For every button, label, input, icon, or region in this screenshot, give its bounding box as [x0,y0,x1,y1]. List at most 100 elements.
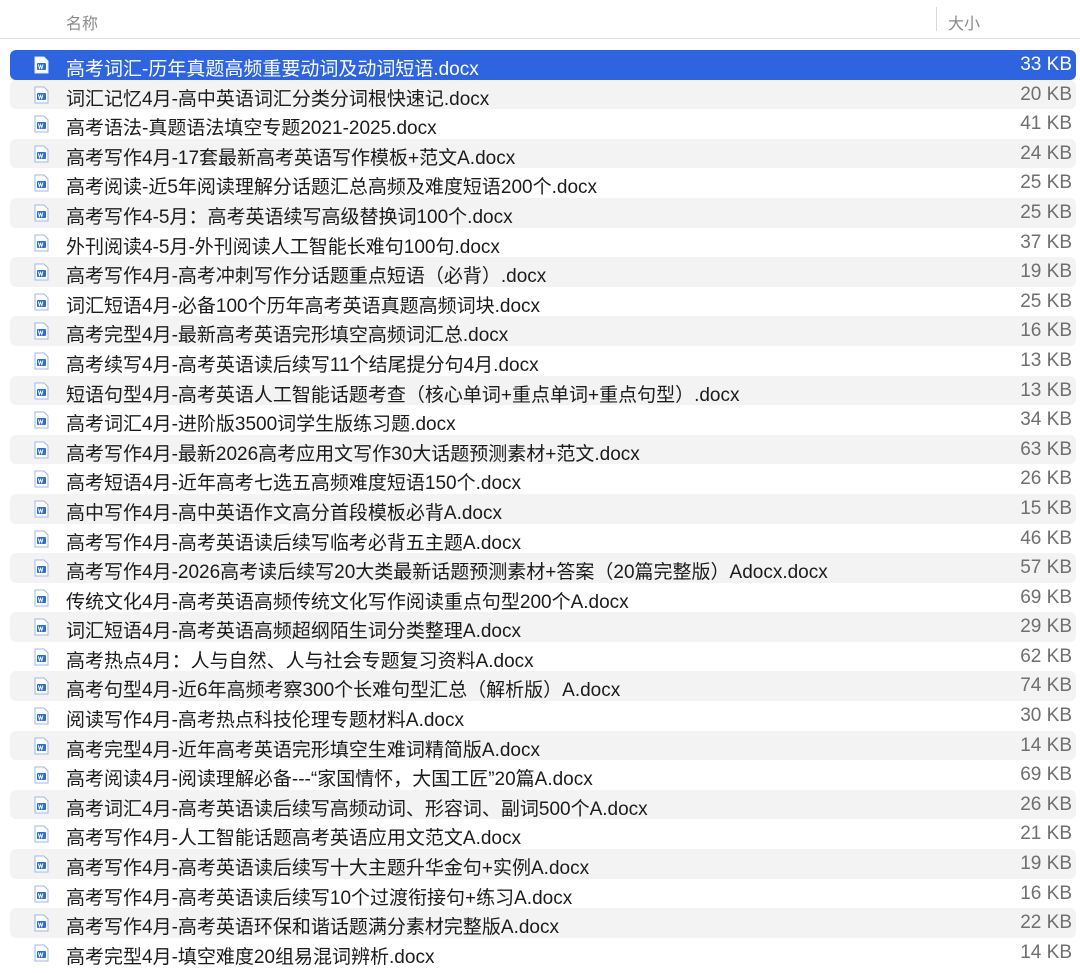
column-header: 名称 大小 [0,0,1080,39]
file-row[interactable]: 高考词汇4月-高考英语读后续写高频动词、形容词、副词500个A.docx 26 K… [10,789,1076,820]
file-size: 30 KB [1020,705,1072,727]
file-list: 高考词汇-历年真题高频重要动词及动词短语.docx 33 KB 词汇记忆4月-高中… [10,50,1076,968]
file-row[interactable]: 高考完型4月-近年高考英语完形填空生难词精简版A.docx 14 KB [10,730,1076,761]
file-row[interactable]: 外刊阅读4-5月-外刊阅读人工智能长难句100句.docx 37 KB [10,227,1076,258]
word-doc-icon [34,352,49,370]
file-size: 24 KB [1020,142,1072,164]
file-size: 63 KB [1020,438,1072,460]
file-row[interactable]: 高考写作4月-高考英语读后续写十大主题升华金句+实例A.docx 19 KB [10,849,1076,879]
file-row[interactable]: 高考句型4月-近6年高频考察300个长难句型汇总（解析版）A.docx 74 KB [10,671,1076,701]
word-doc-icon [34,677,49,695]
word-doc-icon [34,855,49,873]
file-name: 高考句型4月-近6年高频考察300个长难句型汇总（解析版）A.docx [66,680,621,702]
file-row[interactable]: 高考写作4月-高考英语读后续写临考必背五主题A.docx 46 KB [10,523,1076,554]
file-name: 高中写作4月-高中英语作文高分首段模板必背A.docx [66,502,502,524]
file-row[interactable]: 高考续写4月-高考英语读后续写11个结尾提分句4月.docx 13 KB [10,345,1076,376]
word-doc-icon [34,293,49,311]
file-row[interactable]: 高考完型4月-最新高考英语完形填空高频词汇总.docx 16 KB [10,316,1076,346]
file-row[interactable]: 高考写作4月-2026高考读后续写20大类最新话题预测素材+答案（20篇完整版）… [10,553,1076,583]
file-name: 高考语法-真题语法填空专题2021-2025.docx [66,118,437,140]
file-size: 13 KB [1020,349,1072,371]
word-doc-icon [34,411,49,429]
word-doc-icon [34,737,49,755]
word-doc-icon [34,470,49,488]
word-doc-icon [34,589,49,607]
file-size: 15 KB [1020,497,1072,519]
file-row[interactable]: 高考阅读-近5年阅读理解分话题汇总高频及难度短语200个.docx 25 KB [10,168,1076,198]
file-name: 高考完型4月-最新高考英语完形填空高频词汇总.docx [66,325,509,347]
word-doc-icon [34,766,49,784]
file-name: 高考阅读-近5年阅读理解分话题汇总高频及难度短语200个.docx [66,177,598,199]
word-doc-icon [34,914,49,932]
word-doc-icon [34,944,49,962]
file-row[interactable]: 高中写作4月-高中英语作文高分首段模板必背A.docx 15 KB [10,493,1076,524]
file-name: 高考完型4月-近年高考英语完形填空生难词精简版A.docx [66,739,540,761]
word-doc-icon [34,86,49,104]
file-row[interactable]: 高考语法-真题语法填空专题2021-2025.docx 41 KB [10,109,1076,139]
file-name: 高考词汇4月-高考英语读后续写高频动词、形容词、副词500个A.docx [66,798,648,820]
file-name: 高考写作4月-高考英语环保和谐话题满分素材完整版A.docx [66,917,559,939]
word-doc-icon [34,204,49,222]
file-name: 高考完型4月-填空难度20组易混词辨析.docx [66,946,435,968]
file-name: 高考热点4月：人与自然、人与社会专题复习资料A.docx [66,650,534,672]
column-header-size[interactable]: 大小 [948,10,980,34]
file-size: 29 KB [1020,616,1072,638]
file-row[interactable]: 高考完型4月-填空难度20组易混词辨析.docx 14 KB [10,937,1076,968]
file-row[interactable]: 高考写作4月-高考英语环保和谐话题满分素材完整版A.docx 22 KB [10,908,1076,938]
file-size: 16 KB [1020,320,1072,342]
file-row[interactable]: 高考写作4月-高考英语读后续写10个过渡衔接句+练习A.docx 16 KB [10,878,1076,909]
word-doc-icon [34,115,49,133]
file-size: 14 KB [1020,734,1072,756]
word-doc-icon [34,648,49,666]
column-header-name[interactable]: 名称 [66,10,98,34]
file-row[interactable]: 高考写作4月-17套最新高考英语写作模板+范文A.docx 24 KB [10,138,1076,169]
word-doc-icon [34,559,49,577]
file-row[interactable]: 高考词汇4月-进阶版3500词学生版练习题.docx 34 KB [10,405,1076,435]
file-name: 词汇记忆4月-高中英语词汇分类分词根快速记.docx [66,88,490,110]
file-size: 41 KB [1020,113,1072,135]
file-row[interactable]: 传统文化4月-高考英语高频传统文化写作阅读重点句型200个A.docx 69 KB [10,582,1076,613]
word-doc-icon [34,530,49,548]
file-name: 高考写作4月-2026高考读后续写20大类最新话题预测素材+答案（20篇完整版）… [66,562,828,584]
file-row[interactable]: 高考写作4-5月：高考英语续写高级替换词100个.docx 25 KB [10,197,1076,228]
word-doc-icon [34,707,49,725]
file-name: 短语句型4月-高考英语人工智能话题考查（核心单词+重点单词+重点句型）.docx [66,384,740,406]
file-name: 高考写作4月-人工智能话题高考英语应用文范文A.docx [66,828,521,850]
word-doc-icon [34,441,49,459]
file-row[interactable]: 高考阅读4月-阅读理解必备---“家国情怀，大国工匠”20篇A.docx 69 K… [10,760,1076,790]
file-size: 26 KB [1020,468,1072,490]
file-row[interactable]: 高考写作4月-人工智能话题高考英语应用文范文A.docx 21 KB [10,819,1076,849]
file-size: 16 KB [1020,882,1072,904]
file-name: 高考短语4月-近年高考七选五高频难度短语150个.docx [66,473,522,495]
file-name: 高考写作4月-17套最新高考英语写作模板+范文A.docx [66,147,516,169]
file-name: 传统文化4月-高考英语高频传统文化写作阅读重点句型200个A.docx [66,591,629,613]
file-row[interactable]: 阅读写作4月-高考热点科技伦理专题材料A.docx 30 KB [10,701,1076,731]
file-size: 25 KB [1020,290,1072,312]
file-row[interactable]: 高考词汇-历年真题高频重要动词及动词短语.docx 33 KB [10,50,1076,80]
file-row[interactable]: 高考热点4月：人与自然、人与社会专题复习资料A.docx 62 KB [10,641,1076,672]
file-size: 74 KB [1020,675,1072,697]
file-name: 高考写作4月-高考英语读后续写临考必背五主题A.docx [66,532,521,554]
column-divider[interactable] [936,7,937,31]
file-size: 69 KB [1020,764,1072,786]
file-name: 高考写作4月-高考冲刺写作分话题重点短语（必背）.docx [66,266,547,288]
word-doc-icon [34,145,49,163]
file-row[interactable]: 词汇记忆4月-高中英语词汇分类分词根快速记.docx 20 KB [10,79,1076,110]
word-doc-icon [34,382,49,400]
file-row[interactable]: 词汇短语4月-必备100个历年高考英语真题高频词块.docx 25 KB [10,286,1076,317]
word-doc-icon [34,825,49,843]
file-name: 词汇短语4月-必备100个历年高考英语真题高频词块.docx [66,295,541,317]
file-row[interactable]: 高考写作4月-高考冲刺写作分话题重点短语（必背）.docx 19 KB [10,257,1076,287]
word-doc-icon [34,796,49,814]
file-row[interactable]: 短语句型4月-高考英语人工智能话题考查（核心单词+重点单词+重点句型）.docx… [10,375,1076,406]
word-doc-icon [34,885,49,903]
file-size: 46 KB [1020,527,1072,549]
file-size: 25 KB [1020,201,1072,223]
file-row[interactable]: 高考短语4月-近年高考七选五高频难度短语150个.docx 26 KB [10,464,1076,494]
file-name: 高考词汇4月-进阶版3500词学生版练习题.docx [66,414,456,436]
file-size: 20 KB [1020,83,1072,105]
file-name: 高考阅读4月-阅读理解必备---“家国情怀，大国工匠”20篇A.docx [66,769,593,791]
file-name: 词汇短语4月-高考英语高频超纲陌生词分类整理A.docx [66,621,521,643]
file-row[interactable]: 高考写作4月-最新2026高考应用文写作30大话题预测素材+范文.docx 63 … [10,434,1076,465]
file-row[interactable]: 词汇短语4月-高考英语高频超纲陌生词分类整理A.docx 29 KB [10,612,1076,642]
